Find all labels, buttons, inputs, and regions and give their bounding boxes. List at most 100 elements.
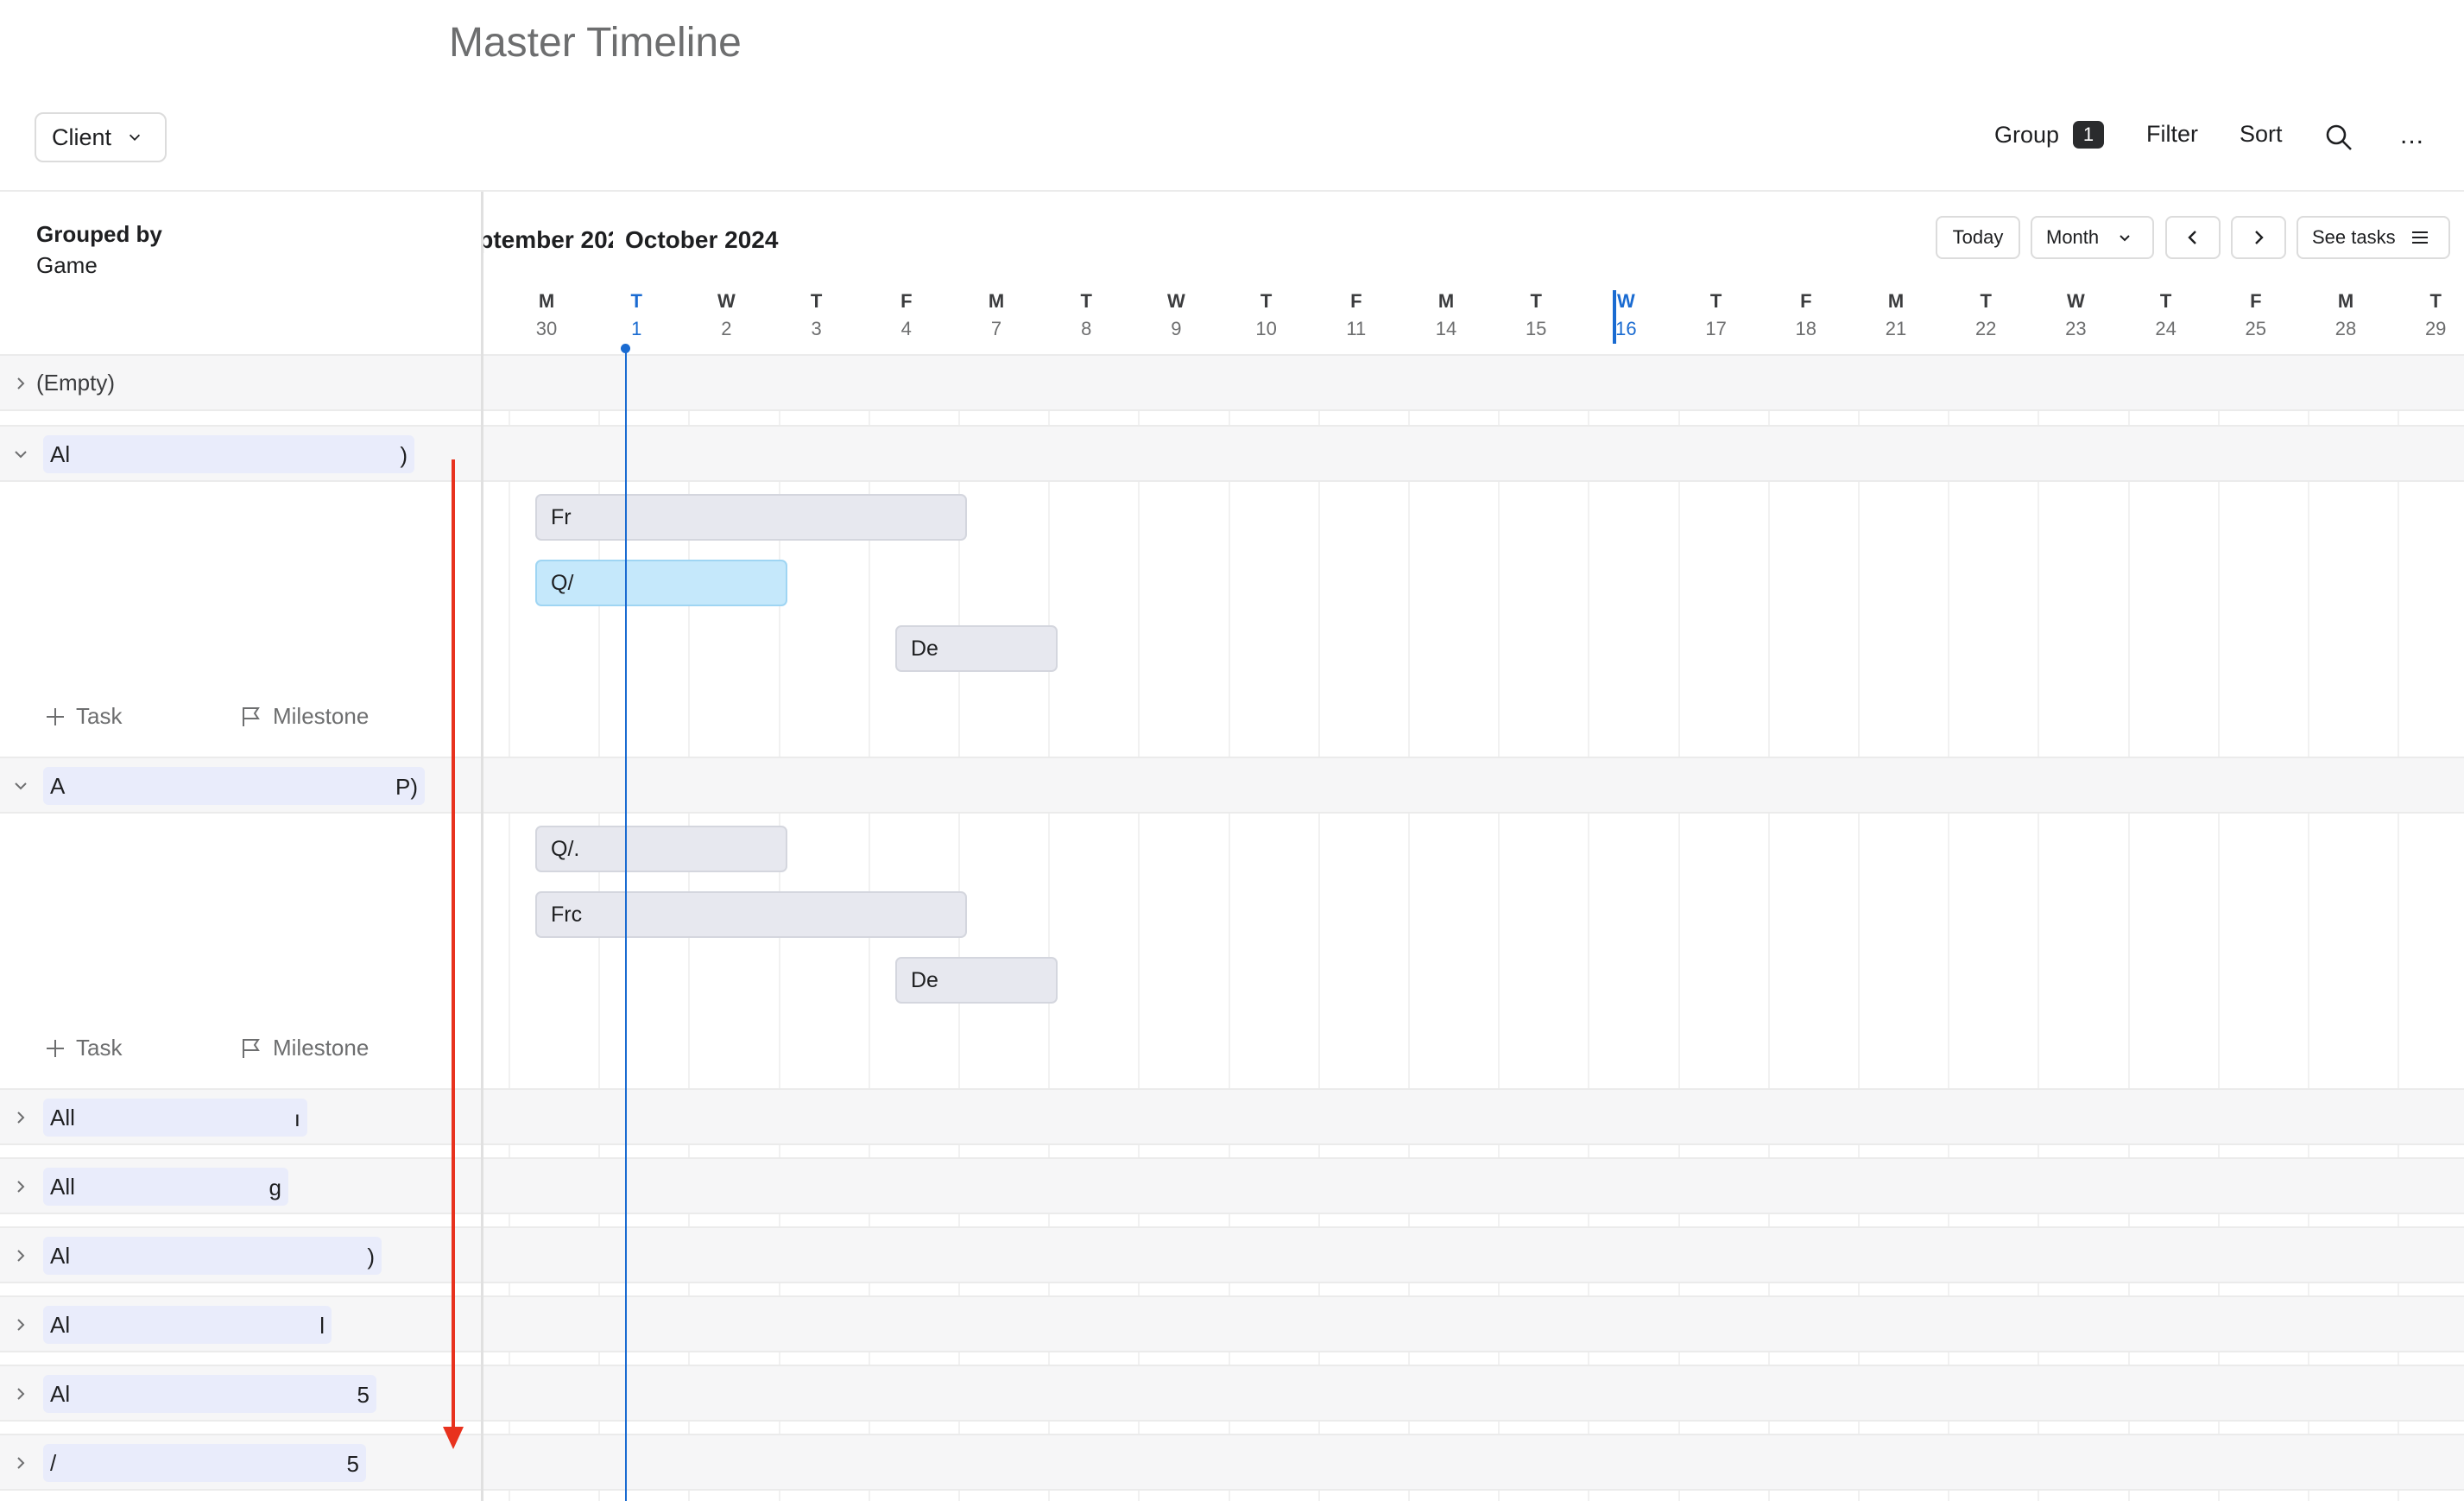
filter-button[interactable]: Filter — [2146, 121, 2198, 148]
today-button[interactable]: Today — [1936, 216, 2020, 259]
more-options-button[interactable]: ... — [2400, 121, 2424, 150]
add-milestone-button[interactable]: Milestone — [240, 1035, 369, 1061]
day-letter: F — [900, 290, 913, 312]
day-letter: M — [1887, 290, 1905, 312]
day-number: 10 — [1255, 318, 1277, 339]
day-letter: T — [1980, 290, 1992, 312]
day-number: 29 — [2424, 318, 2447, 339]
day-letter: W — [2067, 290, 2085, 312]
chevron-right-icon[interactable] — [12, 1109, 29, 1126]
day-header: M 14 — [1420, 290, 1472, 340]
day-letter: T — [2429, 290, 2442, 312]
group-row[interactable]: All ı — [0, 1088, 2464, 1145]
month-label-previous: September 2024 — [483, 226, 613, 253]
search-icon[interactable] — [2324, 123, 2353, 152]
day-header: W9 — [1150, 290, 1202, 340]
today-marker-line — [625, 347, 627, 1501]
chevron-down-icon[interactable] — [12, 777, 29, 795]
group-row-label: All ı — [43, 1099, 307, 1137]
day-number: 25 — [2245, 318, 2267, 339]
add-task-button[interactable]: Task — [45, 703, 122, 730]
task-bar[interactable]: Q/. — [535, 826, 787, 872]
chevron-right-icon[interactable] — [12, 1385, 29, 1403]
add-milestone-button[interactable]: Milestone — [240, 703, 369, 730]
chevron-right-icon[interactable] — [12, 1178, 29, 1195]
chevron-left-icon — [2188, 231, 2196, 244]
day-letter: T — [1530, 290, 1542, 312]
plus-icon — [47, 707, 64, 725]
group-row[interactable]: All g — [0, 1157, 2464, 1214]
day-header: T3 — [791, 290, 843, 340]
page-title: Master Timeline — [449, 20, 742, 66]
view-mode-label: Month — [2046, 226, 2100, 248]
sort-button[interactable]: Sort — [2240, 121, 2283, 148]
view-mode-dropdown[interactable]: Month — [2031, 216, 2154, 259]
day-letter: M — [1437, 290, 1455, 312]
day-number: 14 — [1435, 318, 1457, 339]
client-dropdown[interactable]: Client — [35, 112, 167, 162]
panel-divider[interactable] — [481, 192, 483, 1501]
group-row-empty[interactable]: (Empty) — [0, 354, 2464, 411]
chevron-right-icon[interactable] — [12, 1454, 29, 1472]
day-letter: T — [1260, 290, 1273, 312]
day-number: 30 — [535, 318, 558, 339]
day-letter: W — [717, 290, 736, 312]
annotation-arrow-head — [443, 1427, 464, 1449]
day-letter: W — [1167, 290, 1185, 312]
chevron-down-icon[interactable] — [12, 446, 29, 463]
task-bar[interactable]: Fr — [535, 494, 967, 541]
day-header: T 17 — [1690, 290, 1742, 340]
day-letter: M — [988, 290, 1005, 312]
task-bar[interactable]: Frc — [535, 891, 967, 938]
group-row-label: Al) — [43, 1237, 382, 1275]
chevron-right-icon[interactable] — [12, 375, 29, 392]
group-row[interactable]: Al l — [0, 1295, 2464, 1352]
task-bar[interactable]: De — [895, 625, 1058, 672]
group-row[interactable]: Al) — [0, 425, 2464, 482]
day-number: 9 — [1171, 318, 1182, 339]
group-button[interactable]: Group 1 — [1994, 121, 2105, 149]
add-task-button[interactable]: Task — [45, 1035, 122, 1061]
chevron-right-icon[interactable] — [12, 1247, 29, 1264]
day-letter: T — [2159, 290, 2172, 312]
day-letter: F — [1800, 290, 1812, 312]
see-tasks-button[interactable]: See tasks — [2297, 216, 2450, 259]
group-row[interactable]: A P) — [0, 757, 2464, 814]
day-letter: F — [2250, 290, 2262, 312]
day-header: F 11 — [1330, 290, 1382, 340]
group-row-label: Al 5 — [43, 1375, 376, 1413]
group-row[interactable]: /5 — [0, 1434, 2464, 1491]
previous-period-button[interactable] — [2165, 216, 2221, 259]
group-row-label: (Empty) — [36, 370, 115, 396]
chevron-right-icon[interactable] — [12, 1316, 29, 1333]
day-letter: T — [1709, 290, 1722, 312]
next-period-button[interactable] — [2231, 216, 2286, 259]
day-header: T 24 — [2140, 290, 2192, 340]
day-number: 11 — [1346, 318, 1367, 339]
see-tasks-label: See tasks — [2312, 226, 2396, 248]
add-task-label: Task — [76, 703, 123, 729]
task-bar[interactable]: De — [895, 957, 1058, 1004]
chevron-down-icon — [2120, 235, 2130, 242]
day-number: 18 — [1795, 318, 1817, 339]
day-header: M 28 — [2320, 290, 2372, 340]
task-bar[interactable]: Q/ — [535, 560, 787, 606]
day-number: 21 — [1885, 318, 1907, 339]
day-header: F 18 — [1780, 290, 1832, 340]
chevron-right-icon — [2255, 231, 2264, 244]
day-letter: M — [2337, 290, 2354, 312]
month-label-current: October 2024 — [625, 226, 779, 253]
grouped-by-label: Grouped by — [36, 221, 162, 247]
group-row[interactable]: Al 5 — [0, 1365, 2464, 1422]
flag-icon — [243, 706, 260, 726]
day-number: 22 — [1974, 318, 1997, 339]
day-letter: T — [1080, 290, 1092, 312]
group-row[interactable]: Al) — [0, 1226, 2464, 1283]
selected-day-marker — [1613, 290, 1616, 344]
day-number: 16 — [1615, 318, 1637, 339]
group-row-label: A P) — [43, 767, 425, 805]
day-header: M7 — [970, 290, 1022, 340]
day-number: 3 — [811, 318, 822, 339]
day-number: 8 — [1081, 318, 1092, 339]
group-row-label: Al) — [43, 435, 414, 473]
